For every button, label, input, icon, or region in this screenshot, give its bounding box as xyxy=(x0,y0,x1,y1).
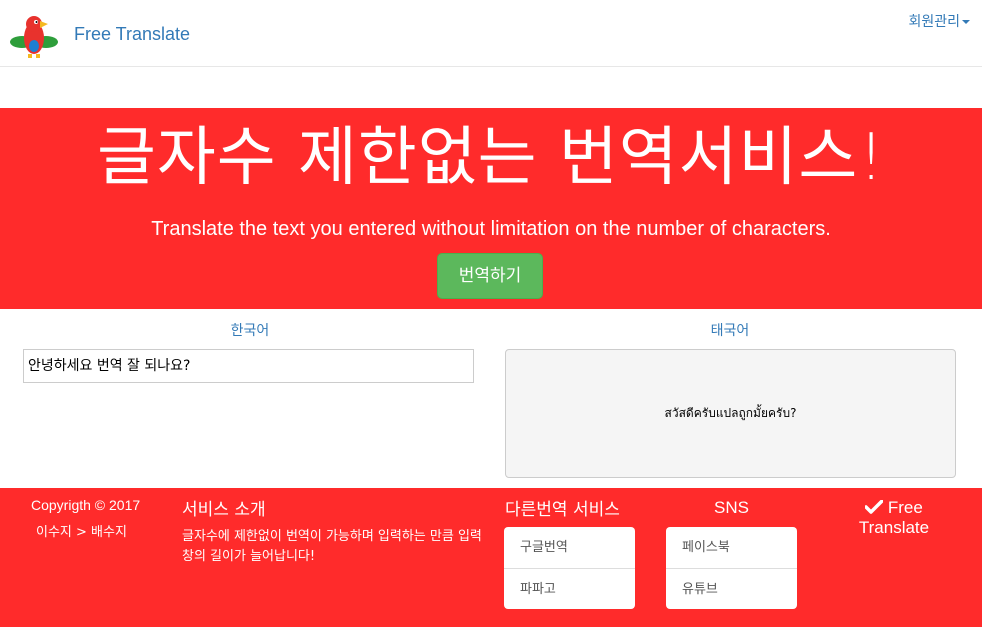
hero-banner: 글자수 제한없는 번역서비스! Translate the text you e… xyxy=(0,108,982,309)
brand-link[interactable]: Free Translate xyxy=(74,24,190,45)
google-translate-link[interactable]: 구글번역 xyxy=(504,527,635,568)
sns-list: 페이스북 유튜브 xyxy=(666,527,797,609)
source-language-label[interactable]: 한국어 xyxy=(20,320,480,340)
hero-subtitle: Translate the text you entered without l… xyxy=(151,218,831,240)
service-intro-title: 서비스 소개 xyxy=(182,500,266,520)
caret-down-icon xyxy=(962,20,970,24)
check-icon xyxy=(865,500,884,514)
service-intro-description: 글자수에 제한없이 번역이 가능하며 입력하는 만큼 입력창의 길이가 늘어납니… xyxy=(182,529,482,564)
translate-button[interactable]: 번역하기 xyxy=(437,253,543,299)
translation-output-text: สวัสดีครับแปลถูกมั้ยครับ? xyxy=(664,406,797,420)
footer-brand-line1: Free xyxy=(887,498,923,517)
translation-output: สวัสดีครับแปลถูกมั้ยครับ? xyxy=(505,349,956,478)
copyright-text: Copyrigth © 2017 xyxy=(31,497,141,513)
target-language-label[interactable]: 태국어 xyxy=(500,320,960,340)
member-menu-label: 회원관리 xyxy=(908,14,960,30)
authors-text: 이수지 > 배수지 xyxy=(36,525,127,540)
navbar: Free Translate 회원관리 xyxy=(0,0,982,67)
hero-title: 글자수 제한없는 번역서비스! xyxy=(97,121,885,195)
youtube-link[interactable]: 유튜브 xyxy=(666,568,797,609)
sns-title: SNS xyxy=(714,498,749,517)
member-menu-dropdown[interactable]: 회원관리 xyxy=(908,11,970,31)
parrot-logo-icon[interactable] xyxy=(8,12,60,60)
footer-brand-line2: Translate xyxy=(858,518,930,537)
other-services-list: 구글번역 파파고 xyxy=(504,527,635,609)
papago-link[interactable]: 파파고 xyxy=(504,568,635,609)
other-services-title: 다른번역 서비스 xyxy=(505,500,620,520)
footer-brand[interactable]: Free Translate xyxy=(845,498,943,538)
footer: Copyrigth © 2017 이수지 > 배수지 서비스 소개 글자수에 제… xyxy=(0,488,982,627)
source-text-input[interactable]: 안녕하세요 번역 잘 되나요? xyxy=(23,349,474,383)
facebook-link[interactable]: 페이스북 xyxy=(666,527,797,568)
